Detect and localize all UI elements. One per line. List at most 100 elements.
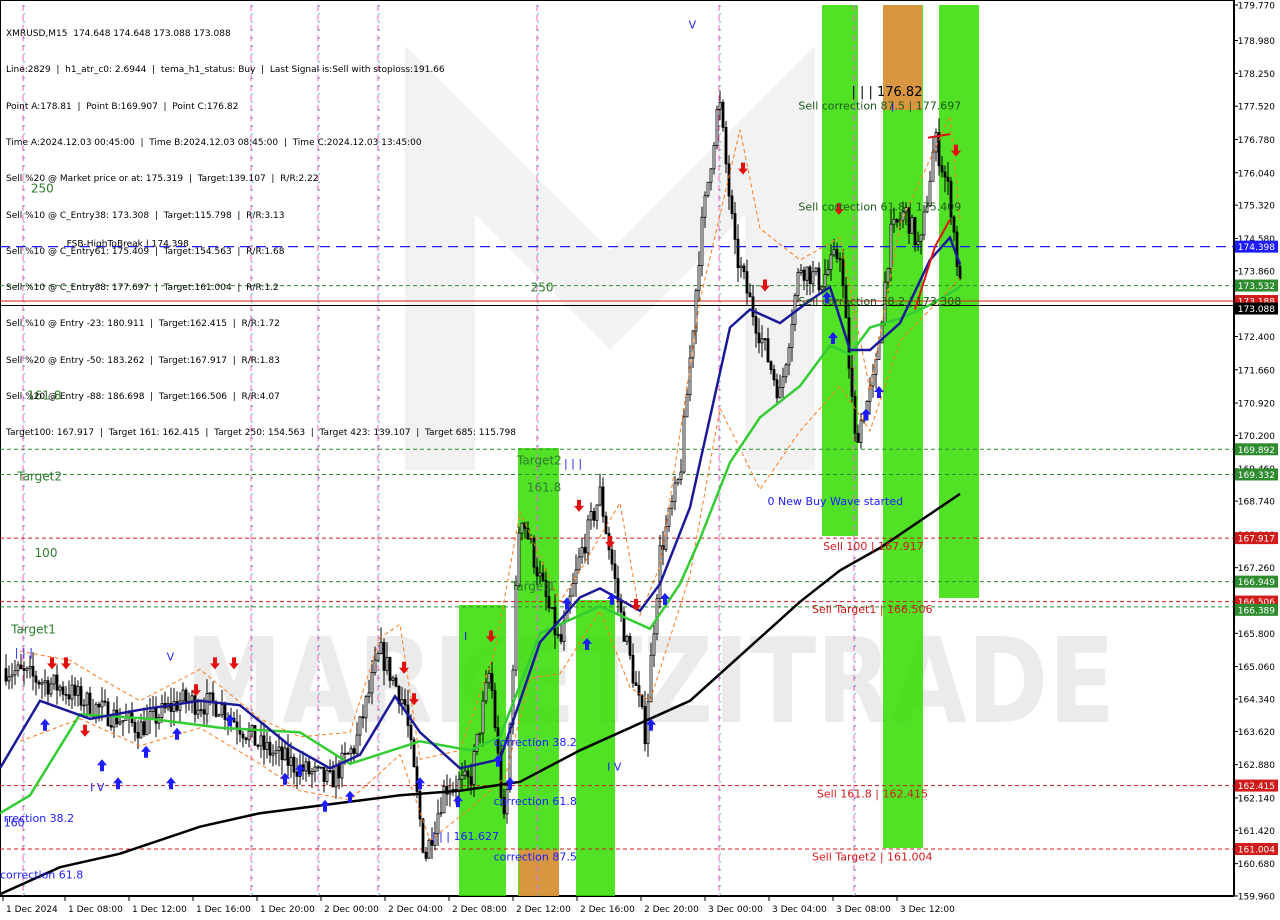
level-label: 100 bbox=[35, 546, 58, 560]
candle-body bbox=[337, 765, 341, 779]
candle-body bbox=[667, 507, 671, 527]
candle-body bbox=[424, 851, 428, 859]
annotation-label: I V bbox=[90, 781, 105, 794]
candle-body bbox=[802, 269, 806, 281]
candle-body bbox=[838, 258, 842, 261]
time-tick-label: 1 Dec 2024 bbox=[6, 905, 58, 915]
candle-body bbox=[670, 501, 674, 509]
price-tag-label: 169.892 bbox=[1238, 446, 1275, 456]
annotation-label: correction 61.8 bbox=[0, 868, 83, 881]
candle-body bbox=[772, 369, 776, 381]
candle-body bbox=[850, 367, 854, 397]
price-tick-label: 164.340 bbox=[1238, 695, 1275, 705]
candle-body bbox=[349, 748, 353, 754]
candle-body bbox=[316, 766, 320, 769]
candle-body bbox=[829, 254, 833, 270]
candle-body bbox=[889, 223, 893, 269]
annotation-label: correction 38.2 bbox=[494, 736, 577, 749]
candle-body bbox=[37, 681, 41, 685]
annotation-label: | | | 161.627 bbox=[432, 830, 499, 843]
candle-body bbox=[652, 633, 656, 656]
candle-body bbox=[274, 750, 278, 754]
candle-body bbox=[46, 680, 50, 695]
candle-body bbox=[805, 266, 809, 281]
price-tag-label: 173.088 bbox=[1238, 305, 1275, 315]
candle-body bbox=[814, 267, 818, 273]
candle-body bbox=[64, 693, 68, 696]
candle-body bbox=[601, 486, 605, 517]
candle-body bbox=[73, 684, 77, 696]
candle-body bbox=[343, 752, 347, 755]
annotation-label: correction 87.5 bbox=[494, 850, 577, 863]
candle-body bbox=[922, 211, 926, 236]
candle-body bbox=[460, 774, 464, 780]
candle-body bbox=[538, 572, 542, 577]
price-tag-label: 161.004 bbox=[1238, 846, 1275, 856]
candle-body bbox=[331, 770, 335, 788]
candle-body bbox=[472, 751, 476, 785]
candle-body bbox=[196, 709, 200, 715]
level-label: Target2 bbox=[516, 454, 562, 468]
time-tick-label: 2 Dec 00:00 bbox=[324, 905, 379, 915]
annotation-label: Sell correction 87.5 | 177.697 bbox=[798, 99, 961, 112]
candle-body bbox=[88, 692, 92, 716]
candle-body bbox=[586, 519, 590, 554]
candle-body bbox=[355, 734, 359, 754]
candle-body bbox=[745, 271, 749, 294]
candle-body bbox=[241, 733, 245, 739]
candle-body bbox=[484, 682, 488, 702]
candle-body bbox=[220, 704, 224, 716]
info-line: Sell %20 @ Entry -88: 186.698 | Target:1… bbox=[6, 392, 280, 402]
candle-body bbox=[388, 656, 392, 681]
price-tick-label: 159.960 bbox=[1238, 893, 1275, 903]
candle-body bbox=[79, 686, 83, 706]
candle-body bbox=[469, 776, 473, 785]
candle-body bbox=[100, 700, 104, 708]
candle-body bbox=[367, 692, 371, 698]
candle-body bbox=[778, 387, 782, 399]
candle-body bbox=[223, 704, 227, 720]
annotation-label: | | | bbox=[564, 457, 582, 470]
candle-body bbox=[427, 839, 431, 859]
candle-body bbox=[664, 526, 668, 550]
candle-body bbox=[199, 709, 203, 712]
candle-body bbox=[55, 674, 59, 691]
info-line: Target100: 167.917 | Target 161: 162.415… bbox=[6, 428, 517, 439]
price-tick-label: 165.800 bbox=[1238, 630, 1275, 640]
price-tag-label: 167.917 bbox=[1238, 535, 1275, 545]
info-line: Sell %10 @ Entry -23: 180.911 | Target:1… bbox=[6, 319, 280, 330]
candle-body bbox=[940, 165, 944, 173]
candle-body bbox=[790, 324, 794, 348]
candle-body bbox=[379, 641, 383, 654]
annotation-label: 160 bbox=[4, 817, 25, 830]
price-tick-label: 172.400 bbox=[1238, 333, 1275, 343]
candle-body bbox=[31, 666, 35, 677]
candle-body bbox=[823, 273, 827, 288]
info-line: Sell %10 @ C_Entry88: 177.697 | Target:1… bbox=[6, 283, 279, 294]
info-line: Time A:2024.12.03 00:45:00 | Time B:2024… bbox=[6, 138, 422, 149]
candle-body bbox=[304, 761, 308, 772]
level-label: Target1 bbox=[510, 580, 556, 594]
candle-body bbox=[211, 692, 215, 703]
candle-body bbox=[514, 585, 518, 671]
candle-body bbox=[313, 766, 317, 772]
candle-body bbox=[736, 238, 740, 269]
candle-body bbox=[946, 176, 950, 182]
candle-body bbox=[4, 668, 8, 682]
candle-body bbox=[421, 818, 425, 853]
candle-body bbox=[265, 741, 269, 750]
candle-body bbox=[289, 756, 293, 766]
candle-body bbox=[103, 700, 107, 703]
candle-body bbox=[112, 709, 116, 728]
candle-body bbox=[244, 737, 248, 741]
candle-body bbox=[832, 249, 836, 256]
candle-body bbox=[346, 752, 350, 755]
info-line: Line:2829 | h1_atr_c0: 2.6944 | tema_h1_… bbox=[6, 65, 445, 76]
candle-body bbox=[748, 292, 752, 298]
price-tag-label: 166.389 bbox=[1238, 606, 1275, 616]
candle-body bbox=[886, 267, 890, 283]
candle-body bbox=[52, 674, 56, 685]
candle-body bbox=[145, 718, 149, 736]
candle-body bbox=[409, 725, 413, 741]
price-tick-label: 161.420 bbox=[1238, 827, 1275, 837]
